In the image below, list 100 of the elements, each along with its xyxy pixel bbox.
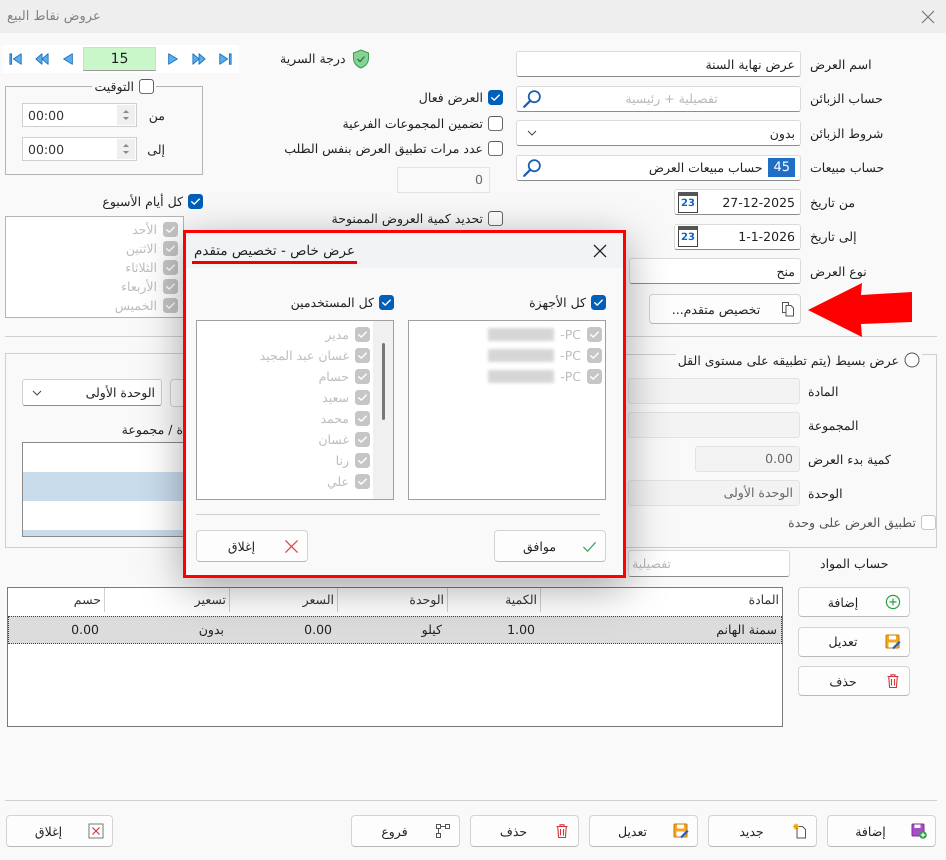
chevron-down-icon[interactable]	[32, 390, 42, 396]
previous-icon[interactable]	[61, 52, 75, 66]
chevron-down-icon[interactable]	[527, 130, 537, 136]
edit-button[interactable]: تعديل	[589, 815, 698, 847]
timing-label: التوقيت	[94, 79, 134, 94]
date-field[interactable]: 23 27-12-2025	[674, 189, 801, 215]
close-button[interactable]: إغلاق	[6, 815, 113, 847]
delete-button[interactable]: حذف	[798, 666, 910, 696]
option-label: تحديد كمية العروض الممنوحة	[332, 211, 483, 226]
scrollbar[interactable]	[373, 321, 393, 499]
field-label: كمية بدء العرض	[808, 452, 891, 466]
text-field[interactable]: عرض نهاية السنة	[516, 51, 801, 77]
time-label: من	[148, 108, 165, 122]
user-name: غسان	[318, 432, 349, 447]
close-icon[interactable]	[593, 244, 607, 258]
column-header[interactable]: السعر	[229, 588, 337, 612]
date-field[interactable]: 23 1-1-2026	[674, 224, 801, 250]
delete-button[interactable]: حذف	[470, 815, 579, 847]
checkbox[interactable]	[139, 79, 154, 94]
rewind-icon[interactable]	[35, 52, 49, 66]
edit-button[interactable]: تعديل	[798, 626, 910, 656]
column-header[interactable]: حسم	[8, 588, 104, 612]
add-button[interactable]: إضافة	[827, 815, 936, 847]
unit-button[interactable]	[170, 379, 184, 407]
table-cell-text: كيلو	[420, 621, 443, 639]
option-label: العرض فعال	[418, 90, 483, 105]
column-header[interactable]: الوحدة	[337, 588, 447, 612]
user-name: محمد	[320, 411, 349, 426]
fast-forward-icon[interactable]	[192, 52, 206, 66]
ok-button[interactable]: موافق	[494, 530, 606, 562]
checkbox[interactable]	[488, 211, 503, 226]
checkbox[interactable]	[488, 116, 503, 130]
skip-first-icon[interactable]	[9, 52, 23, 66]
trash-icon	[885, 673, 901, 689]
dropdown[interactable]: بدون	[516, 120, 801, 146]
floppy-pen-icon	[885, 634, 901, 650]
search-icon[interactable]	[522, 158, 542, 178]
spinner-icon[interactable]	[117, 105, 135, 125]
column-header[interactable]: تسعير	[104, 588, 229, 612]
scrollbar-thumb[interactable]	[382, 343, 385, 420]
field-label: إلى تاريخ	[810, 229, 857, 244]
checkbox[interactable]	[488, 141, 503, 156]
add-button[interactable]: إضافة	[798, 587, 910, 617]
users-label: كل المستخدمين	[290, 294, 374, 310]
field-label: نوع العرض	[810, 264, 867, 278]
day-label: الاثنين	[126, 241, 157, 256]
devices-label: كل الأجهزة	[529, 294, 586, 310]
next-icon[interactable]	[166, 52, 180, 66]
close-button[interactable]: إغلاق	[196, 530, 308, 562]
shield-check-icon	[352, 48, 370, 68]
page-star-icon	[792, 823, 808, 839]
user-name: غسان عبد المجيد	[260, 348, 349, 363]
trash-icon	[554, 823, 570, 839]
unit-dropdown[interactable]: الوحدة الأولى	[22, 379, 162, 406]
floppy-pen-icon	[673, 823, 689, 839]
time-field[interactable]: 00:00	[22, 103, 137, 127]
blurred-placeholder	[488, 328, 554, 341]
spinner-icon[interactable]	[117, 139, 135, 159]
time-field[interactable]: 00:00	[22, 137, 137, 161]
radio-label: عرض بسيط (يتم تطبيقه على مستوى القل	[678, 352, 899, 368]
day-label: الأربعاء	[121, 279, 157, 294]
time-label: إلى	[146, 142, 165, 156]
field-label: الوحدة	[808, 486, 843, 500]
checkbox[interactable]	[188, 194, 203, 209]
checkbox[interactable]	[379, 294, 394, 310]
skip-last-icon[interactable]	[218, 52, 232, 66]
calendar-icon[interactable]: 23	[678, 226, 698, 247]
column-header[interactable]: الكمية	[447, 588, 540, 612]
checkbox[interactable]	[488, 90, 503, 105]
table-cell-text: 1.00	[506, 621, 536, 639]
checkbox[interactable]	[591, 294, 606, 310]
column-header[interactable]: المادة	[540, 588, 782, 612]
floppy-plus-icon	[911, 823, 927, 839]
day-label: الخميس	[114, 298, 157, 313]
field-label: حساب مبيعات	[810, 160, 884, 175]
plus-circle-icon	[885, 594, 901, 610]
text-field[interactable]: منح	[629, 258, 801, 284]
copy-icon	[780, 301, 796, 317]
user-name: سعيد	[322, 390, 349, 405]
user-name: مدير	[325, 327, 349, 342]
grid-header: ة / مجموعة	[120, 421, 184, 439]
blurred-placeholder	[488, 370, 554, 383]
field-label: حساب الزبائن	[810, 91, 883, 106]
record-number-field[interactable]: 15	[83, 46, 156, 70]
table-cell-text: 0.00	[303, 621, 333, 639]
table-cell-text: سمنة الهانم	[715, 621, 778, 639]
table-cell-text: 0.00	[70, 621, 100, 639]
device-name: -PC	[560, 348, 581, 363]
radio-button[interactable]	[904, 352, 920, 368]
option-label: عدد مرات تطبيق العرض بنفس الطلب	[284, 141, 483, 156]
new-button[interactable]: جديد	[708, 815, 817, 847]
user-name: علي	[326, 474, 349, 489]
advanced-button[interactable]: تخصيص متقدم...	[649, 294, 801, 324]
branches-button[interactable]: فروع	[351, 815, 460, 847]
dialog-title: عرض خاص - تخصيص متقدم	[192, 238, 358, 264]
x-icon	[284, 538, 299, 554]
search-icon[interactable]	[522, 88, 542, 108]
calendar-icon[interactable]: 23	[678, 192, 698, 212]
all-days-label: كل أيام الأسبوع	[102, 194, 183, 209]
checkbox-label: تطبيق العرض على وحدة	[788, 514, 916, 530]
